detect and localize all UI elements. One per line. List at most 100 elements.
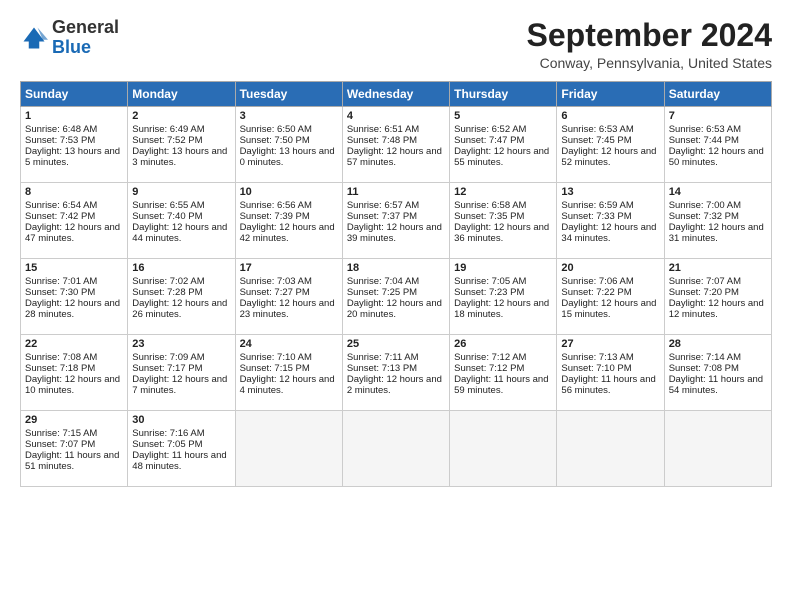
daylight-label: Daylight: 12 hours and 42 minutes. (240, 222, 335, 244)
daylight-label: Daylight: 13 hours and 3 minutes. (132, 146, 227, 168)
table-row: 19Sunrise: 7:05 AMSunset: 7:23 PMDayligh… (450, 259, 557, 335)
sunrise-label: Sunrise: 6:50 AM (240, 124, 312, 135)
table-row: 1Sunrise: 6:48 AMSunset: 7:53 PMDaylight… (21, 107, 128, 183)
sunset-label: Sunset: 7:18 PM (25, 363, 95, 374)
day-number: 3 (240, 110, 338, 122)
day-number: 6 (561, 110, 659, 122)
title-area: September 2024 Conway, Pennsylvania, Uni… (527, 18, 772, 71)
logo-text: General Blue (52, 18, 119, 58)
sunrise-label: Sunrise: 7:09 AM (132, 352, 204, 363)
sunset-label: Sunset: 7:50 PM (240, 135, 310, 146)
daylight-label: Daylight: 13 hours and 0 minutes. (240, 146, 335, 168)
sunrise-label: Sunrise: 6:48 AM (25, 124, 97, 135)
calendar-week-4: 22Sunrise: 7:08 AMSunset: 7:18 PMDayligh… (21, 335, 772, 411)
table-row: 24Sunrise: 7:10 AMSunset: 7:15 PMDayligh… (235, 335, 342, 411)
table-row: 18Sunrise: 7:04 AMSunset: 7:25 PMDayligh… (342, 259, 449, 335)
sunset-label: Sunset: 7:32 PM (669, 211, 739, 222)
sunset-label: Sunset: 7:27 PM (240, 287, 310, 298)
sunrise-label: Sunrise: 7:05 AM (454, 276, 526, 287)
page: General Blue September 2024 Conway, Penn… (0, 0, 792, 497)
table-row: 14Sunrise: 7:00 AMSunset: 7:32 PMDayligh… (664, 183, 771, 259)
day-number: 2 (132, 110, 230, 122)
calendar-week-5: 29Sunrise: 7:15 AMSunset: 7:07 PMDayligh… (21, 411, 772, 487)
sunrise-label: Sunrise: 6:56 AM (240, 200, 312, 211)
daylight-label: Daylight: 12 hours and 2 minutes. (347, 374, 442, 396)
day-number: 18 (347, 262, 445, 274)
sunset-label: Sunset: 7:40 PM (132, 211, 202, 222)
daylight-label: Daylight: 12 hours and 12 minutes. (669, 298, 764, 320)
table-row: 27Sunrise: 7:13 AMSunset: 7:10 PMDayligh… (557, 335, 664, 411)
daylight-label: Daylight: 13 hours and 5 minutes. (25, 146, 120, 168)
sunset-label: Sunset: 7:39 PM (240, 211, 310, 222)
day-number: 8 (25, 186, 123, 198)
sunset-label: Sunset: 7:33 PM (561, 211, 631, 222)
table-row: 23Sunrise: 7:09 AMSunset: 7:17 PMDayligh… (128, 335, 235, 411)
daylight-label: Daylight: 12 hours and 20 minutes. (347, 298, 442, 320)
sunset-label: Sunset: 7:25 PM (347, 287, 417, 298)
calendar-table: Sunday Monday Tuesday Wednesday Thursday… (20, 81, 772, 487)
table-row: 13Sunrise: 6:59 AMSunset: 7:33 PMDayligh… (557, 183, 664, 259)
daylight-label: Daylight: 12 hours and 47 minutes. (25, 222, 120, 244)
day-number: 27 (561, 338, 659, 350)
daylight-label: Daylight: 12 hours and 31 minutes. (669, 222, 764, 244)
sunrise-label: Sunrise: 7:08 AM (25, 352, 97, 363)
day-number: 11 (347, 186, 445, 198)
table-row: 12Sunrise: 6:58 AMSunset: 7:35 PMDayligh… (450, 183, 557, 259)
sunset-label: Sunset: 7:17 PM (132, 363, 202, 374)
day-number: 30 (132, 414, 230, 426)
sunrise-label: Sunrise: 6:52 AM (454, 124, 526, 135)
daylight-label: Daylight: 12 hours and 4 minutes. (240, 374, 335, 396)
sunrise-label: Sunrise: 6:53 AM (561, 124, 633, 135)
header-tuesday: Tuesday (235, 82, 342, 107)
weekday-header-row: Sunday Monday Tuesday Wednesday Thursday… (21, 82, 772, 107)
day-number: 7 (669, 110, 767, 122)
sunrise-label: Sunrise: 6:55 AM (132, 200, 204, 211)
day-number: 15 (25, 262, 123, 274)
calendar-week-2: 8Sunrise: 6:54 AMSunset: 7:42 PMDaylight… (21, 183, 772, 259)
daylight-label: Daylight: 12 hours and 26 minutes. (132, 298, 227, 320)
calendar-week-1: 1Sunrise: 6:48 AMSunset: 7:53 PMDaylight… (21, 107, 772, 183)
table-row: 4Sunrise: 6:51 AMSunset: 7:48 PMDaylight… (342, 107, 449, 183)
sunrise-label: Sunrise: 7:11 AM (347, 352, 419, 363)
sunrise-label: Sunrise: 7:03 AM (240, 276, 312, 287)
day-number: 5 (454, 110, 552, 122)
day-number: 20 (561, 262, 659, 274)
table-row (664, 411, 771, 487)
logo-blue: Blue (52, 38, 119, 58)
sunrise-label: Sunrise: 7:02 AM (132, 276, 204, 287)
sunset-label: Sunset: 7:05 PM (132, 439, 202, 450)
month-title: September 2024 (527, 18, 772, 53)
header-saturday: Saturday (664, 82, 771, 107)
table-row: 30Sunrise: 7:16 AMSunset: 7:05 PMDayligh… (128, 411, 235, 487)
logo: General Blue (20, 18, 119, 58)
table-row (342, 411, 449, 487)
header-thursday: Thursday (450, 82, 557, 107)
daylight-label: Daylight: 12 hours and 55 minutes. (454, 146, 549, 168)
sunset-label: Sunset: 7:52 PM (132, 135, 202, 146)
table-row: 10 Sunrise: 6:56 AMSunset: 7:39 PMDayligh… (235, 183, 342, 259)
table-row: 26Sunrise: 7:12 AMSunset: 7:12 PMDayligh… (450, 335, 557, 411)
day-number: 25 (347, 338, 445, 350)
table-row (557, 411, 664, 487)
sunrise-label: Sunrise: 7:13 AM (561, 352, 633, 363)
header-friday: Friday (557, 82, 664, 107)
daylight-label: Daylight: 12 hours and 50 minutes. (669, 146, 764, 168)
day-number: 10 (240, 186, 338, 198)
sunset-label: Sunset: 7:44 PM (669, 135, 739, 146)
sunrise-label: Sunrise: 7:06 AM (561, 276, 633, 287)
sunset-label: Sunset: 7:28 PM (132, 287, 202, 298)
sunset-label: Sunset: 7:53 PM (25, 135, 95, 146)
daylight-label: Daylight: 12 hours and 28 minutes. (25, 298, 120, 320)
day-number: 4 (347, 110, 445, 122)
daylight-label: Daylight: 11 hours and 48 minutes. (132, 450, 226, 472)
sunset-label: Sunset: 7:30 PM (25, 287, 95, 298)
daylight-label: Daylight: 12 hours and 34 minutes. (561, 222, 656, 244)
daylight-label: Daylight: 12 hours and 18 minutes. (454, 298, 549, 320)
table-row: 9Sunrise: 6:55 AMSunset: 7:40 PMDaylight… (128, 183, 235, 259)
header-sunday: Sunday (21, 82, 128, 107)
table-row: 15Sunrise: 7:01 AMSunset: 7:30 PMDayligh… (21, 259, 128, 335)
table-row (450, 411, 557, 487)
daylight-label: Daylight: 12 hours and 7 minutes. (132, 374, 227, 396)
sunset-label: Sunset: 7:10 PM (561, 363, 631, 374)
table-row: 22Sunrise: 7:08 AMSunset: 7:18 PMDayligh… (21, 335, 128, 411)
